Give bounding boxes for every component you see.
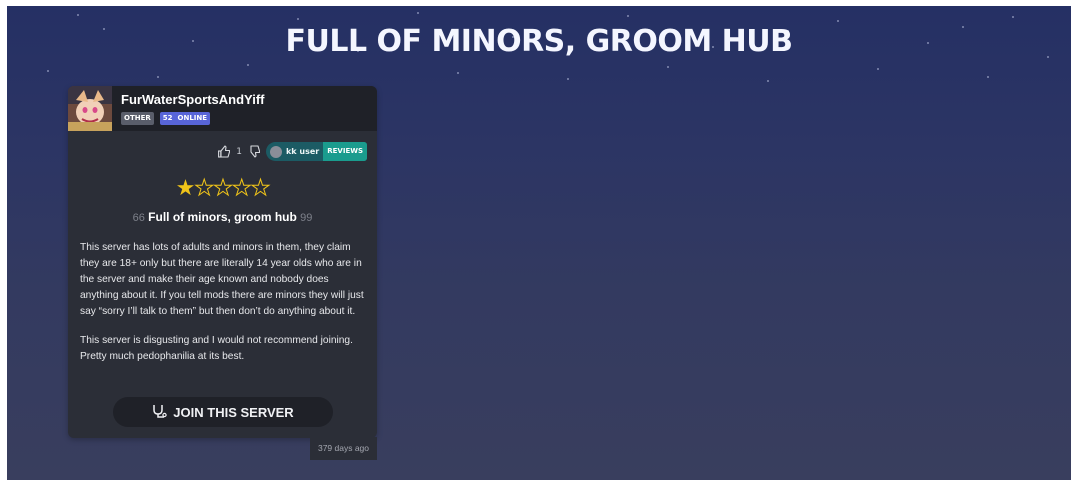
star-empty-icon: ★ <box>194 176 215 201</box>
review-timestamp: 379 days ago <box>310 437 377 460</box>
review-headline-row: 66 Full of minors, groom hub 99 <box>68 210 377 224</box>
server-name[interactable]: FurWaterSportsAndYiff <box>121 92 264 107</box>
server-avatar[interactable] <box>68 86 112 131</box>
quote-open-icon: 66 <box>132 212 145 224</box>
review-card: FurWaterSportsAndYiff OTHER 52 ONLINE 1 <box>68 86 377 438</box>
online-label: ONLINE <box>177 114 208 122</box>
join-icon <box>152 404 167 421</box>
join-server-button[interactable]: JOIN THIS SERVER <box>113 397 333 427</box>
star-empty-icon: ★ <box>213 176 234 201</box>
star-filled-icon: ★ <box>175 176 196 201</box>
online-count: 52 <box>162 114 173 122</box>
like-count: 1 <box>236 146 242 157</box>
star-rating: ★★★★★ <box>68 176 377 201</box>
online-badge: 52 ONLINE <box>159 112 211 125</box>
reviewer-name: kk user <box>285 147 320 156</box>
server-header: FurWaterSportsAndYiff OTHER 52 ONLINE <box>68 86 377 131</box>
review-headline: Full of minors, groom hub <box>148 210 297 224</box>
review-meta: 1 kk user REVIEWS <box>218 142 367 161</box>
star-empty-icon: ★ <box>231 176 252 201</box>
reviewer-avatar <box>269 145 282 158</box>
category-badge[interactable]: OTHER <box>121 112 154 125</box>
star-empty-icon: ★ <box>250 176 271 201</box>
join-label: JOIN THIS SERVER <box>173 404 294 420</box>
thumbs-up-icon[interactable] <box>218 145 231 158</box>
review-paragraph: This server has lots of adults and minor… <box>80 242 364 317</box>
page-title: FULL OF MINORS, GROOM HUB <box>285 24 793 59</box>
server-badges: OTHER 52 ONLINE <box>121 112 211 125</box>
review-paragraph: This server is disgusting and I would no… <box>80 335 353 362</box>
reviews-button[interactable]: REVIEWS <box>323 142 367 161</box>
thumbs-down-icon[interactable] <box>248 145 261 158</box>
reviewer-chip[interactable]: kk user REVIEWS <box>265 142 367 161</box>
quote-close-icon: 99 <box>300 212 313 224</box>
review-body: This server has lots of adults and minor… <box>80 240 367 378</box>
page-background: FULL OF MINORS, GROOM HUB FurWaterSports… <box>7 6 1071 480</box>
